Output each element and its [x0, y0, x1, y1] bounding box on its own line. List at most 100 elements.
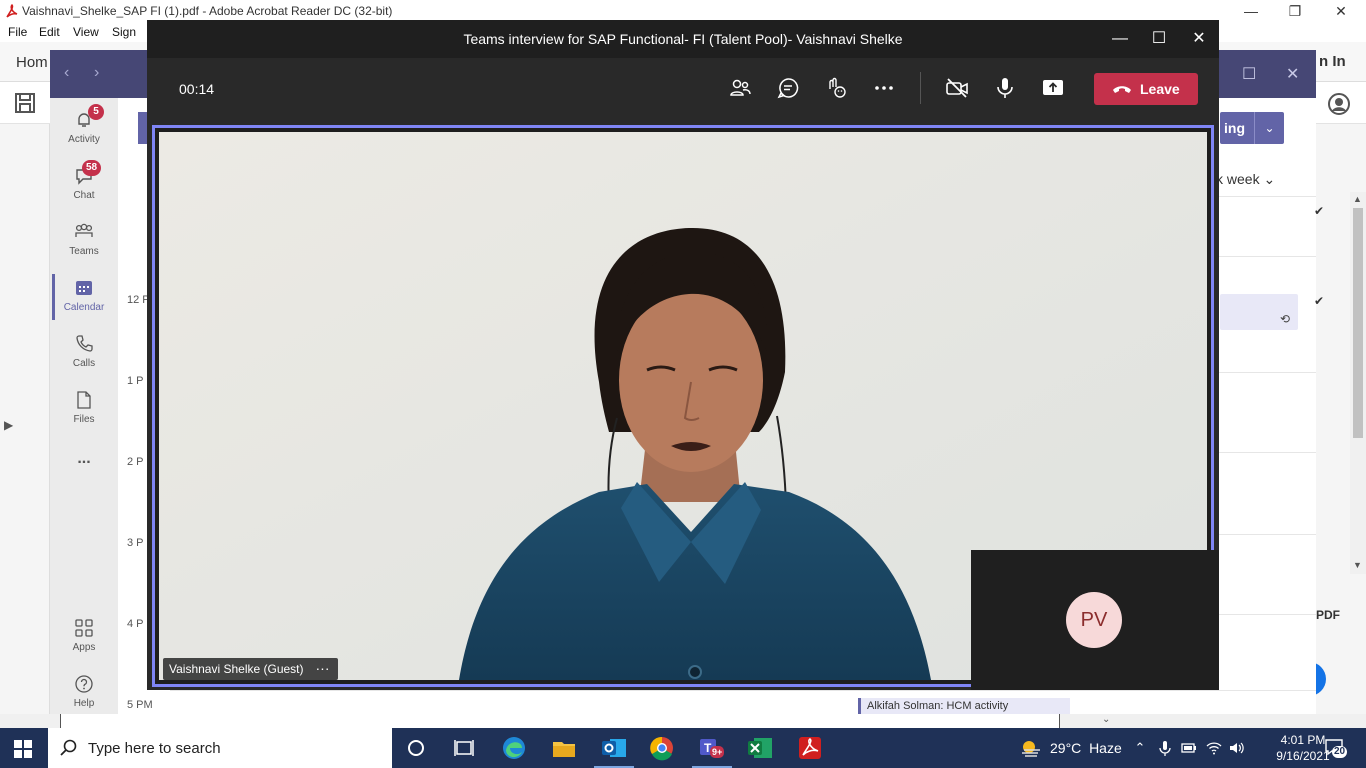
windows-taskbar: Type here to search T 9+ 29°C Haze ⌃ 4:0… — [0, 728, 1366, 768]
microphone-icon[interactable] — [993, 76, 1017, 100]
rail-calls[interactable]: Calls — [50, 326, 118, 382]
more-icon: ... — [77, 450, 91, 467]
file-explorer-icon[interactable] — [550, 734, 578, 762]
rail-calendar[interactable]: Calendar — [50, 270, 118, 326]
windows-start-icon[interactable] — [14, 740, 32, 758]
taskbar-search-box[interactable]: Type here to search — [48, 728, 392, 768]
acrobat-title-bar: Vaishnavi_Shelke_SAP FI (1).pdf - Adobe … — [0, 0, 1366, 22]
outlook-icon — [602, 739, 626, 757]
menu-file[interactable]: File — [8, 25, 27, 39]
participants-icon[interactable] — [728, 76, 752, 100]
scroll-down-icon[interactable]: ▼ — [1353, 560, 1362, 570]
hang-up-icon — [1113, 86, 1131, 93]
edge-icon[interactable] — [500, 734, 528, 762]
camera-off-icon[interactable] — [945, 76, 969, 100]
search-placeholder: Type here to search — [88, 740, 221, 757]
teams-close-icon[interactable]: ✕ — [1286, 64, 1299, 84]
hour-label: 3 P — [127, 537, 144, 549]
leave-button[interactable]: Leave — [1094, 73, 1198, 105]
rail-label: Activity — [68, 134, 100, 145]
scrollbar-thumb[interactable] — [1353, 208, 1363, 438]
meeting-timer: 00:14 — [179, 81, 215, 97]
acrobat-minimize-button[interactable]: — — [1228, 0, 1274, 22]
meeting-minimize-icon[interactable]: — — [1108, 28, 1132, 50]
teams-maximize-icon[interactable]: ☐ — [1242, 64, 1256, 84]
acrobat-scrollbar[interactable]: ▲ ▼ — [1350, 192, 1366, 574]
user-account-icon[interactable] — [1327, 92, 1351, 116]
weather-haze-icon[interactable] — [1020, 738, 1042, 758]
cortana-icon[interactable] — [402, 734, 430, 762]
rail-label: Apps — [72, 642, 96, 653]
rail-teams[interactable]: Teams — [50, 214, 118, 270]
apps-icon — [75, 619, 93, 637]
share-screen-icon[interactable] — [1041, 76, 1065, 100]
calendar-event[interactable]: ⟲ — [1220, 294, 1298, 330]
rail-label: Calls — [72, 358, 96, 369]
battery-icon[interactable] — [1181, 740, 1197, 756]
excel-icon[interactable] — [746, 734, 774, 762]
wifi-icon[interactable] — [1206, 740, 1222, 756]
chat-icon[interactable] — [776, 76, 800, 100]
menu-sign[interactable]: Sign — [112, 25, 136, 39]
calendar-icon — [76, 281, 92, 295]
meeting-maximize-icon[interactable]: ☐ — [1147, 28, 1171, 50]
notification-center[interactable]: 20 — [1324, 738, 1348, 758]
rail-chat[interactable]: 58 Chat — [50, 158, 118, 214]
activity-badge: 5 — [88, 104, 104, 120]
scroll-up-icon[interactable]: ▲ — [1353, 194, 1362, 204]
check-icon: ✔ — [1314, 294, 1325, 308]
teams-icon — [75, 223, 93, 237]
teams-taskbar-badge: 9+ — [710, 746, 725, 758]
toolbar-divider — [920, 72, 921, 104]
view-label: k week — [1216, 171, 1260, 187]
calendar-event-hcm[interactable]: Alkifah Solman: HCM activity — [858, 698, 1070, 714]
more-options-icon[interactable] — [872, 76, 896, 100]
reactions-icon[interactable] — [824, 76, 848, 100]
check-icon: ✔ — [1314, 204, 1325, 218]
forward-arrow-icon[interactable]: › — [94, 64, 99, 82]
recurring-icon: ⟲ — [1280, 312, 1291, 326]
meeting-toolbar: 00:14 Leave — [147, 58, 1219, 120]
participant-more-icon[interactable]: ··· — [316, 658, 330, 678]
rail-label: Chat — [73, 190, 95, 201]
meeting-close-icon[interactable]: ✕ — [1187, 28, 1211, 50]
rail-files[interactable]: Files — [50, 382, 118, 438]
volume-icon[interactable] — [1229, 740, 1245, 756]
rail-label: Help — [73, 698, 95, 709]
calendar-view-selector[interactable]: k week ⌄ — [1216, 171, 1275, 188]
chrome-icon[interactable] — [648, 734, 676, 762]
rail-apps[interactable]: Apps — [50, 610, 118, 666]
task-view-icon[interactable] — [450, 734, 478, 762]
rail-label: Files — [73, 414, 95, 425]
acrobat-window-title: Vaishnavi_Shelke_SAP FI (1).pdf - Adobe … — [22, 4, 393, 18]
notification-count: 20 — [1332, 746, 1348, 758]
new-meeting-dropdown[interactable]: ⌄ — [1254, 112, 1284, 144]
tray-mic-icon[interactable] — [1157, 740, 1173, 756]
rail-more[interactable]: ... — [50, 450, 118, 506]
chevron-down-icon: ⌄ — [1263, 171, 1276, 187]
pdf-tool-label: PDF — [1316, 608, 1340, 622]
acrobat-taskbar-icon[interactable] — [796, 734, 824, 762]
participant-name: Vaishnavi Shelke (Guest) — [169, 662, 304, 676]
tray-overflow-icon[interactable]: ⌃ — [1132, 740, 1148, 756]
hour-label: 5 PM — [127, 699, 153, 711]
search-icon — [60, 739, 77, 756]
menu-edit[interactable]: Edit — [39, 25, 60, 39]
back-arrow-icon[interactable]: ‹ — [64, 64, 69, 82]
save-icon[interactable] — [14, 92, 36, 114]
rail-activity[interactable]: 5 Activity — [50, 102, 118, 158]
panel-expand-icon[interactable]: ▶ — [4, 418, 13, 432]
self-view-tile: PV — [971, 550, 1219, 690]
weather-text[interactable]: 29°C Haze — [1050, 740, 1122, 756]
hour-label: 4 P — [127, 618, 144, 630]
participant-name-tag: Vaishnavi Shelke (Guest) ··· — [163, 658, 338, 680]
outlook-app[interactable] — [594, 734, 634, 768]
acrobat-sign-in[interactable]: n In — [1319, 53, 1346, 70]
teams-taskbar-app[interactable]: T 9+ — [692, 734, 732, 768]
acrobat-home-tab[interactable]: Hom — [16, 54, 48, 71]
hour-label: 2 P — [127, 456, 144, 468]
acrobat-restore-button[interactable]: ❐ — [1272, 0, 1318, 22]
menu-view[interactable]: View — [73, 25, 99, 39]
expand-chevron-icon[interactable]: ⌄ — [1102, 714, 1110, 725]
acrobat-close-button[interactable]: ✕ — [1318, 0, 1364, 22]
